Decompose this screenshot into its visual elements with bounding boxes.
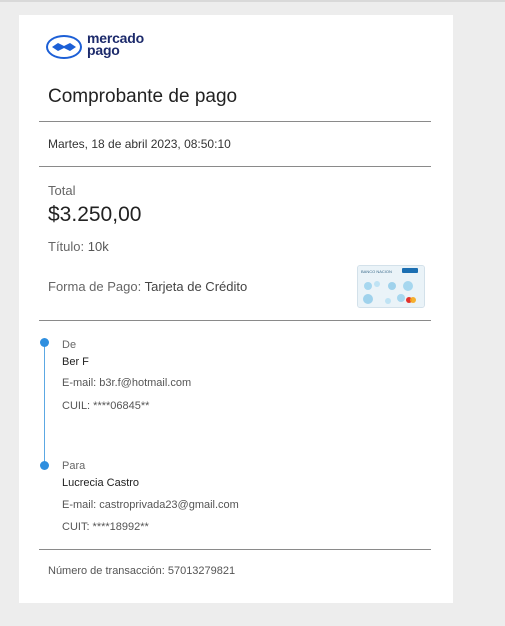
titulo-value: 10k <box>87 239 109 254</box>
to-label: Para <box>62 460 86 472</box>
divider <box>39 549 431 550</box>
mercado-pago-logo: mercado pago <box>45 31 165 62</box>
payment-date: Martes, 18 de abril 2023, 08:50:10 <box>48 137 231 151</box>
to-email: E-mail: castroprivada23@gmail.com <box>62 499 239 511</box>
titulo-row: Título: 10k <box>48 239 109 254</box>
to-cuit: CUIT: ****18992** <box>62 521 149 533</box>
payment-method-value: Tarjeta de Crédito <box>144 279 248 294</box>
handshake-icon <box>46 35 82 59</box>
window-top-border <box>0 0 505 2</box>
to-name: Lucrecia Castro <box>62 477 140 489</box>
from-name: Ber F <box>62 356 89 368</box>
divider <box>39 320 431 321</box>
payment-method-row: Forma de Pago: Tarjeta de Crédito <box>48 279 247 294</box>
total-amount: $3.250,00 <box>48 203 142 226</box>
transaction-number: Número de transacción: 57013279821 <box>48 565 236 577</box>
page-title: Comprobante de pago <box>48 86 238 107</box>
from-cuil: CUIL: ****06845** <box>62 400 150 412</box>
payment-receipt: mercado pago Comprobante de pago Martes,… <box>19 15 453 603</box>
divider <box>39 166 431 167</box>
card-bank-text: BANCO NACION <box>361 269 392 274</box>
from-label: De <box>62 339 77 351</box>
timeline-dot-from <box>40 338 49 347</box>
timeline-dot-to <box>40 461 49 470</box>
from-email: E-mail: b3r.f@hotmail.com <box>62 377 192 389</box>
total-label: Total <box>48 183 76 198</box>
titulo-label: Título: <box>48 239 85 254</box>
payment-method-label: Forma de Pago: <box>48 279 142 294</box>
credit-card-icon: BANCO NACION <box>357 265 425 308</box>
timeline-connector <box>44 342 45 466</box>
divider <box>39 121 431 122</box>
